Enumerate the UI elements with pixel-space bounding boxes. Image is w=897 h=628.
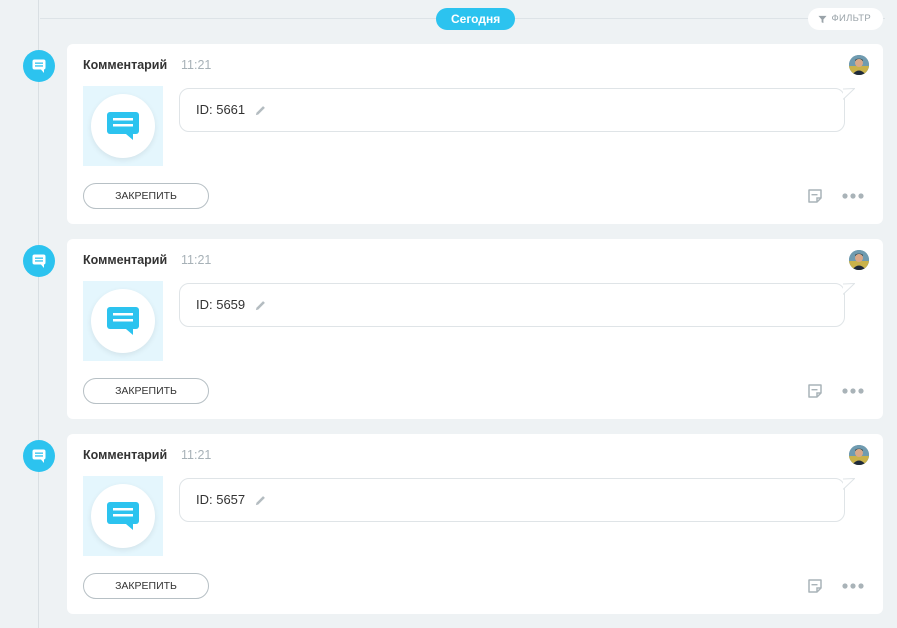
avatar[interactable] [849,250,869,270]
timeline-entry: Комментарий 11:21 [0,44,897,226]
avatar[interactable] [849,55,869,75]
comment-thumbnail [83,281,163,361]
note-icon[interactable] [807,578,823,594]
comment-icon [107,502,139,530]
timeline-entry: Комментарий 11:21 [0,434,897,616]
comment-icon [107,112,139,140]
comment-bubble: ID: 5661 [179,88,855,132]
comment-bubble: ID: 5659 [179,283,855,327]
pencil-icon[interactable] [255,300,266,311]
comment-text: ID: 5657 [196,492,246,507]
pin-button[interactable]: ЗАКРЕПИТЬ [83,378,209,404]
filter-button[interactable]: ФИЛЬТР [808,8,883,30]
more-dots-icon[interactable] [841,383,865,399]
entry-time: 11:21 [181,58,212,72]
timeline-entry: Комментарий 11:21 [0,239,897,421]
bubble-tail [843,478,855,490]
comment-bubble: ID: 5657 [179,478,855,522]
entry-type: Комментарий [83,253,168,267]
pencil-icon[interactable] [255,495,266,506]
comment-text: ID: 5659 [196,297,246,312]
comment-card: Комментарий 11:21 [67,434,883,614]
entry-type: Комментарий [83,58,168,72]
pin-button[interactable]: ЗАКРЕПИТЬ [83,573,209,599]
comment-icon [23,440,55,472]
comment-text: ID: 5661 [196,102,246,117]
more-dots-icon[interactable] [841,188,865,204]
entry-time: 11:21 [181,448,212,462]
comment-thumbnail [83,86,163,166]
comment-thumbnail [83,476,163,556]
comment-icon [23,245,55,277]
bubble-tail [843,283,855,295]
filter-label: ФИЛЬТР [831,13,871,24]
note-icon[interactable] [807,383,823,399]
entry-type: Комментарий [83,448,168,462]
comment-card: Комментарий 11:21 [67,44,883,224]
more-dots-icon[interactable] [841,578,865,594]
avatar[interactable] [849,445,869,465]
date-separator: Сегодня ФИЛЬТР [40,0,885,38]
note-icon[interactable] [807,188,823,204]
pin-button[interactable]: ЗАКРЕПИТЬ [83,183,209,209]
comment-icon [23,50,55,82]
comment-icon [107,307,139,335]
pencil-icon[interactable] [255,105,266,116]
comment-card: Комментарий 11:21 [67,239,883,419]
filter-icon [818,15,828,23]
bubble-tail [843,88,855,100]
entry-time: 11:21 [181,253,212,267]
date-label: Сегодня [436,8,516,30]
